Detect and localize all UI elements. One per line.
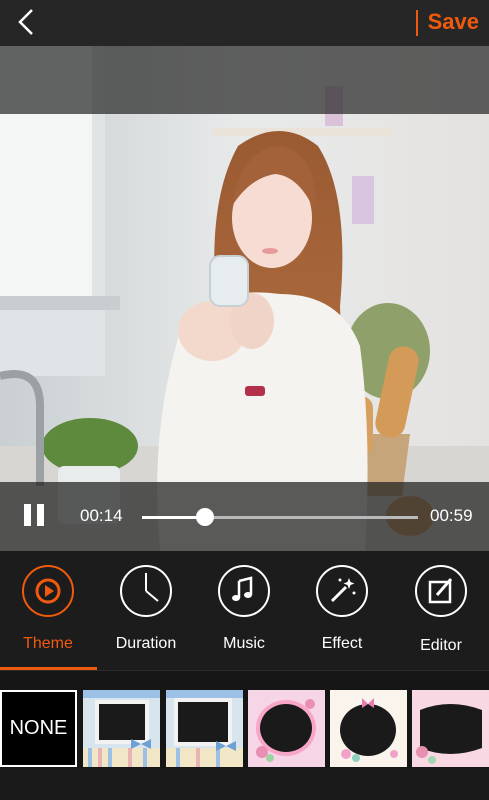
theme-frame-image <box>166 690 243 767</box>
back-button[interactable] <box>8 4 44 40</box>
theme-thumbnail[interactable] <box>166 690 243 767</box>
theme-thumbnail[interactable] <box>248 690 325 767</box>
pause-icon-bar <box>37 504 44 526</box>
seek-thumb[interactable] <box>196 508 215 526</box>
theme-frame-image <box>83 690 160 767</box>
pause-button[interactable] <box>22 504 46 530</box>
play-circle-icon <box>22 565 74 617</box>
tool-bar: Theme Duration Music Effect Editor <box>0 551 489 671</box>
seek-bar[interactable] <box>142 508 418 526</box>
theme-frame-image <box>412 690 489 767</box>
tool-label: Effect <box>321 635 363 652</box>
save-divider <box>416 10 418 36</box>
tool-duration[interactable]: Duration <box>98 565 194 665</box>
theme-thumbnail[interactable] <box>412 690 489 767</box>
magic-wand-icon <box>316 565 368 617</box>
theme-none[interactable]: NONE <box>0 690 77 767</box>
top-bar: Save <box>0 0 489 46</box>
theme-frame-image <box>248 690 325 767</box>
tool-theme[interactable]: Theme <box>0 565 96 665</box>
tool-label: Theme <box>23 635 73 652</box>
tool-label: Editor <box>420 637 462 654</box>
player-controls: 00:14 00:59 <box>0 482 489 551</box>
edit-icon <box>415 565 467 617</box>
save-button[interactable]: Save <box>428 6 479 38</box>
video-preview[interactable]: 00:14 00:59 <box>0 46 489 551</box>
video-frame-image <box>0 46 489 551</box>
theme-thumbnail[interactable] <box>83 690 160 767</box>
theme-frame-image <box>330 690 407 767</box>
back-arrow-icon <box>18 9 33 35</box>
tool-music[interactable]: Music <box>196 565 292 665</box>
pause-icon <box>24 504 31 526</box>
tool-label: Duration <box>115 635 177 652</box>
tool-effect[interactable]: Effect <box>294 565 390 665</box>
tool-label: Music <box>223 635 265 652</box>
preview-top-dim <box>0 46 489 114</box>
music-note-icon <box>218 565 270 617</box>
tool-editor[interactable]: Editor <box>393 565 489 665</box>
clock-icon <box>120 565 172 617</box>
theme-thumbnail[interactable] <box>330 690 407 767</box>
bottom-bar <box>0 768 489 800</box>
total-time: 00:59 <box>430 506 473 525</box>
current-time: 00:14 <box>80 506 123 525</box>
